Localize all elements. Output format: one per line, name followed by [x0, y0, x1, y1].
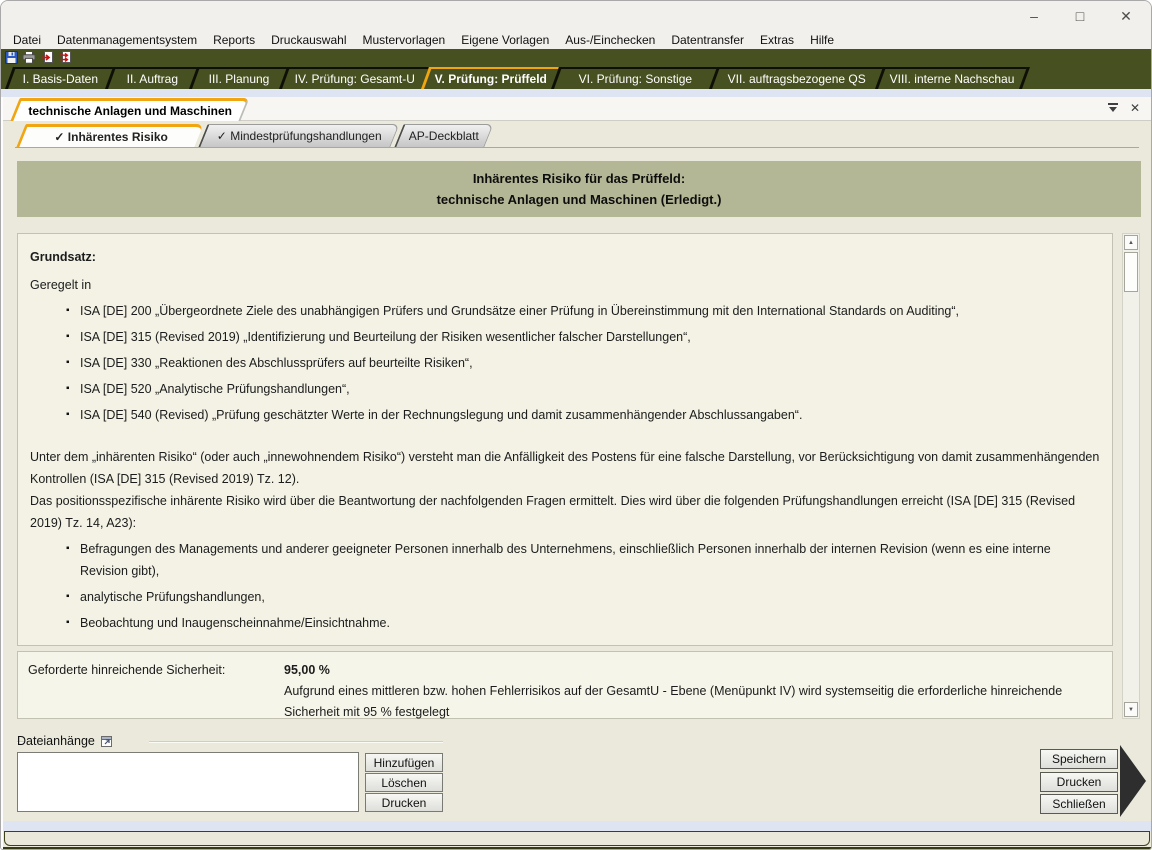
attachments-label: Dateianhänge — [17, 734, 95, 748]
menu-druckauswahl[interactable]: Druckauswahl — [263, 33, 354, 47]
expand-arrow-icon[interactable] — [1120, 745, 1146, 817]
menu-datei[interactable]: Datei — [5, 33, 49, 47]
toolbar — [1, 49, 1152, 65]
list-item: analytische Prüfungshandlungen, — [66, 586, 1100, 608]
print-icon[interactable] — [22, 51, 36, 64]
list-item: Beobachtung und Inaugenscheinnahme/Einsi… — [66, 612, 1100, 634]
menu-bar: Datei Datenmanagementsystem Reports Druc… — [1, 31, 1152, 49]
tab-pruefung-gesamt-u[interactable]: IV. Prüfung: Gesamt-U — [279, 67, 429, 89]
print-attachment-button[interactable]: Drucken — [365, 793, 443, 812]
scrollbar-thumb[interactable] — [1124, 252, 1138, 292]
assurance-value: 95,00 % — [284, 660, 1102, 681]
scroll-up-icon[interactable]: ▲ — [1124, 235, 1138, 250]
regulation-list: ISA [DE] 200 „Übergeordnete Ziele des un… — [66, 300, 1100, 426]
procedure-list: Befragungen des Managements und anderer … — [66, 538, 1100, 634]
tab-auftrag[interactable]: II. Auftrag — [105, 67, 197, 89]
divider-strip-top — [1, 89, 1152, 97]
list-item: Befragungen des Managements und anderer … — [66, 538, 1100, 582]
menu-aus-einchecken[interactable]: Aus-/Einchecken — [557, 33, 663, 47]
document-tab-strip: technische Anlagen und Maschinen ✕ — [3, 97, 1151, 121]
tab-basis-daten[interactable]: I. Basis-Daten — [5, 67, 113, 89]
group-line — [149, 741, 443, 743]
tab-planung[interactable]: III. Planung — [189, 67, 287, 89]
paragraph-inhaerentes-risiko: Unter dem „inhärenten Risiko“ (oder auch… — [30, 446, 1100, 490]
menu-mustervorlagen[interactable]: Mustervorlagen — [355, 33, 454, 47]
tab-pruefung-sonstige[interactable]: VI. Prüfung: Sonstige — [551, 67, 717, 89]
document-tab-technische-anlagen[interactable]: technische Anlagen und Maschinen — [10, 98, 249, 121]
list-item: ISA [DE] 200 „Übergeordnete Ziele des un… — [66, 300, 1100, 322]
paragraph-positionsspezifisch: Das positionsspezifische inhärente Risik… — [30, 490, 1100, 534]
content-frame: technische Anlagen und Maschinen ✕ ✓ Inh… — [1, 97, 1152, 850]
main-tab-bar: I. Basis-Daten II. Auftrag III. Planung … — [1, 65, 1152, 89]
title-bar: – □ ✕ — [1, 1, 1152, 31]
sub-tab-strip: ✓ Inhärentes Risiko ✓ Mindestprüfungshan… — [3, 122, 1151, 147]
check-in-out-icon[interactable] — [58, 51, 72, 64]
save-icon[interactable] — [4, 51, 18, 64]
grundsatz-label: Grundsatz: — [30, 246, 1100, 268]
maximize-button[interactable]: □ — [1057, 1, 1103, 31]
geregelt-in-label: Geregelt in — [30, 274, 1100, 296]
list-item: ISA [DE] 330 „Reaktionen des Abschlusspr… — [66, 352, 1100, 374]
close-form-button[interactable]: Schließen — [1040, 794, 1118, 814]
close-button[interactable]: ✕ — [1103, 1, 1149, 31]
assurance-label: Geforderte hinreichende Sicherheit: — [28, 660, 284, 710]
tab-auftragsbezogene-qs[interactable]: VII. auftragsbezogene QS — [709, 67, 883, 89]
list-item: ISA [DE] 315 (Revised 2019) „Identifizie… — [66, 326, 1100, 348]
subtab-ap-deckblatt[interactable]: AP-Deckblatt — [394, 124, 493, 147]
menu-hilfe[interactable]: Hilfe — [802, 33, 842, 47]
add-attachment-button[interactable]: Hinzufügen — [365, 753, 443, 772]
delete-attachment-button[interactable]: Löschen — [365, 773, 443, 792]
vertical-scrollbar[interactable]: ▲ ▼ — [1122, 233, 1140, 719]
status-bar — [4, 831, 1150, 846]
app-window: – □ ✕ Datei Datenmanagementsystem Report… — [0, 0, 1152, 850]
tab-pruefung-prueffeld[interactable]: V. Prüfung: Prüffeld — [421, 67, 559, 89]
menu-datentransfer[interactable]: Datentransfer — [663, 33, 752, 47]
subtab-inhaerentes-risiko[interactable]: ✓ Inhärentes Risiko — [16, 124, 203, 147]
print-button[interactable]: Drucken — [1040, 772, 1118, 792]
tab-interne-nachschau[interactable]: VIII. interne Nachschau — [875, 67, 1027, 89]
list-item: ISA [DE] 540 (Revised) „Prüfung geschätz… — [66, 404, 1100, 426]
menu-reports[interactable]: Reports — [205, 33, 263, 47]
dock-menu-icon[interactable] — [1107, 103, 1119, 115]
attachments-listbox[interactable] — [17, 752, 359, 812]
check-icon: ✓ — [217, 129, 227, 143]
check-out-icon[interactable] — [40, 51, 54, 64]
principle-text-panel: Grundsatz: Geregelt in ISA [DE] 200 „Übe… — [17, 233, 1113, 646]
menu-datenmanagementsystem[interactable]: Datenmanagementsystem — [49, 33, 205, 47]
close-document-icon[interactable]: ✕ — [1127, 100, 1143, 116]
menu-eigene-vorlagen[interactable]: Eigene Vorlagen — [453, 33, 557, 47]
section-header: Inhärentes Risiko für das Prüffeld: tech… — [17, 161, 1141, 217]
divider-strip-bottom — [3, 821, 1151, 831]
scroll-down-icon[interactable]: ▼ — [1124, 702, 1138, 717]
minimize-button[interactable]: – — [1011, 1, 1057, 31]
check-icon: ✓ — [54, 130, 64, 144]
assurance-description: Aufgrund eines mittleren bzw. hohen Fehl… — [284, 681, 1102, 723]
save-button[interactable]: Speichern — [1040, 749, 1118, 769]
tab-bar-filler — [1019, 67, 1152, 89]
header-line1: Inhärentes Risiko für das Prüffeld: — [473, 171, 685, 186]
subtab-mindestpruefungshandlungen[interactable]: ✓ Mindestprüfungshandlungen — [198, 124, 399, 147]
assurance-box: Geforderte hinreichende Sicherheit: 95,0… — [17, 651, 1113, 719]
menu-extras[interactable]: Extras — [752, 33, 802, 47]
header-line2: technische Anlagen und Maschinen (Erledi… — [437, 192, 722, 207]
sub-tab-divider — [15, 147, 1139, 148]
list-item: ISA [DE] 520 „Analytische Prüfungshandlu… — [66, 378, 1100, 400]
popup-window-icon[interactable] — [100, 735, 113, 748]
